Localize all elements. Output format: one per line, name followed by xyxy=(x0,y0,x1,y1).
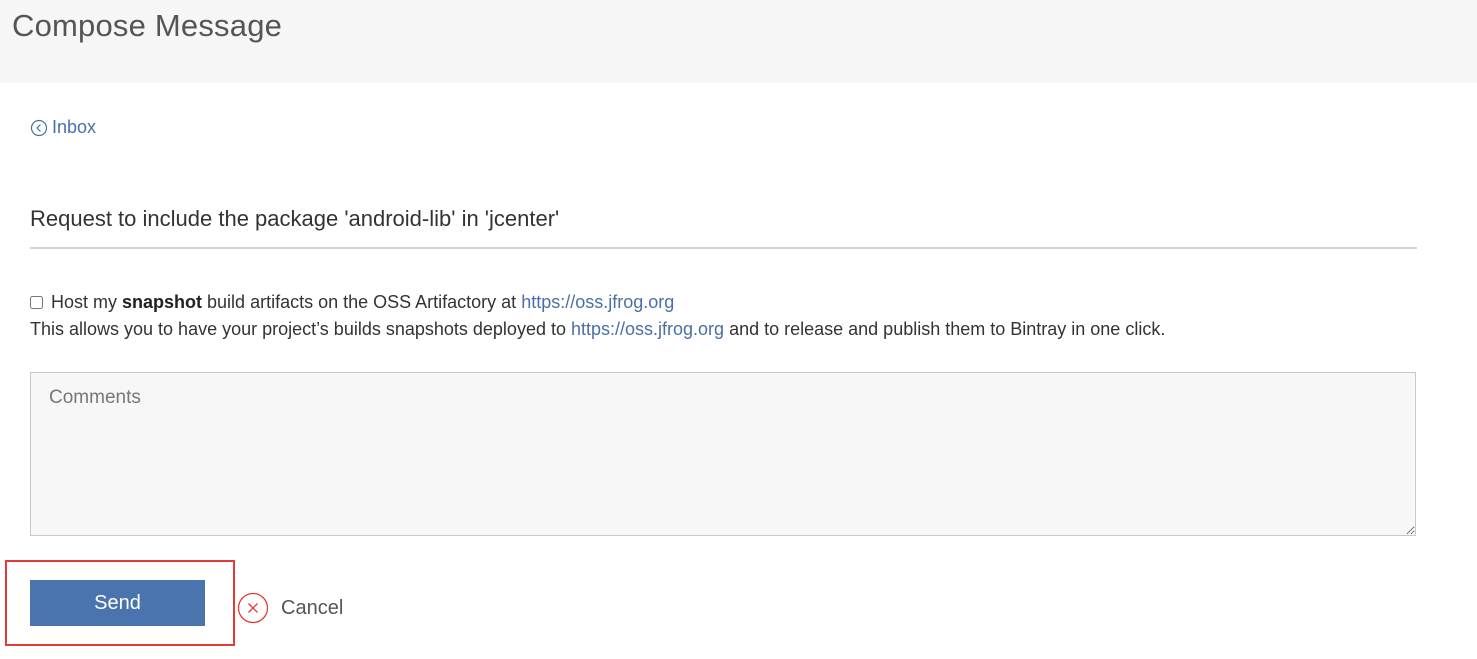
snapshot-label-prefix: Host my xyxy=(51,292,123,312)
chevron-left-circle-icon xyxy=(30,119,48,136)
back-link-label: Inbox xyxy=(52,117,97,137)
message-subject: Request to include the package 'android-… xyxy=(30,200,1417,249)
snapshot-description: This allows you to have your project’s b… xyxy=(30,319,1165,340)
page-header: Compose Message xyxy=(0,0,1477,83)
snapshot-checkbox[interactable] xyxy=(30,296,43,309)
close-circle-icon xyxy=(237,592,269,624)
back-to-inbox-link[interactable]: Inbox xyxy=(30,117,96,138)
cancel-label: Cancel xyxy=(281,596,344,619)
cancel-button[interactable]: Cancel xyxy=(237,592,343,624)
snapshot-label-middle: build artifacts on the OSS Artifactory a… xyxy=(202,292,522,312)
send-button[interactable]: Send xyxy=(30,580,205,626)
description-suffix: and to release and publish them to Bintr… xyxy=(724,319,1166,339)
comments-textarea[interactable] xyxy=(30,372,1416,536)
snapshot-option: Host my snapshot build artifacts on the … xyxy=(30,292,674,313)
page-title: Compose Message xyxy=(12,8,283,43)
description-prefix: This allows you to have your project’s b… xyxy=(30,319,571,339)
oss-artifactory-link[interactable]: https://oss.jfrog.org xyxy=(521,292,674,313)
oss-jfrog-link[interactable]: https://oss.jfrog.org xyxy=(571,319,724,339)
snapshot-label-bold: snapshot xyxy=(122,292,203,312)
